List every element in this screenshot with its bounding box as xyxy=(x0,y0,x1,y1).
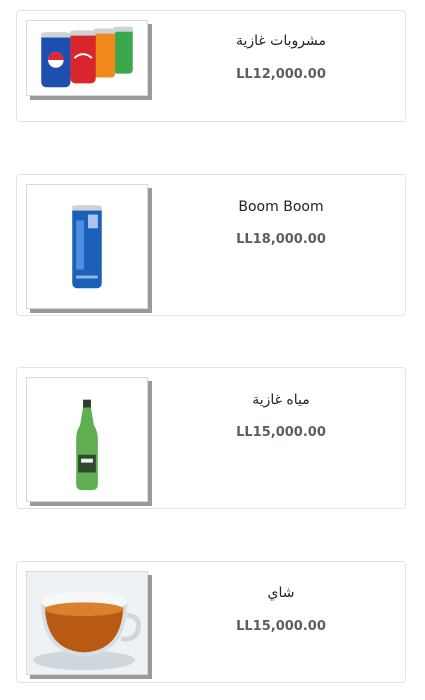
product-price: LL15,000.00 xyxy=(236,619,326,634)
product-card[interactable]: Boom Boom LL18,000.00 xyxy=(16,174,406,316)
product-name[interactable]: شاي xyxy=(157,585,405,601)
sparkling-water-bottle-image[interactable] xyxy=(26,377,148,502)
product-card[interactable]: شاي LL15,000.00 xyxy=(16,561,406,683)
product-name[interactable]: مشروبات غازية xyxy=(157,33,405,49)
tea-cup-image[interactable] xyxy=(26,571,148,675)
product-name[interactable]: Boom Boom xyxy=(157,199,405,215)
energy-drink-can-image[interactable] xyxy=(26,184,148,309)
product-price: LL12,000.00 xyxy=(236,67,326,82)
product-card[interactable]: مشروبات غازية LL12,000.00 xyxy=(16,10,406,122)
product-card[interactable]: مياه غازية LL15,000.00 xyxy=(16,367,406,509)
soda-cans-image[interactable] xyxy=(26,20,148,96)
product-price: LL18,000.00 xyxy=(236,232,326,247)
product-price: LL15,000.00 xyxy=(236,425,326,440)
product-name[interactable]: مياه غازية xyxy=(157,392,405,408)
